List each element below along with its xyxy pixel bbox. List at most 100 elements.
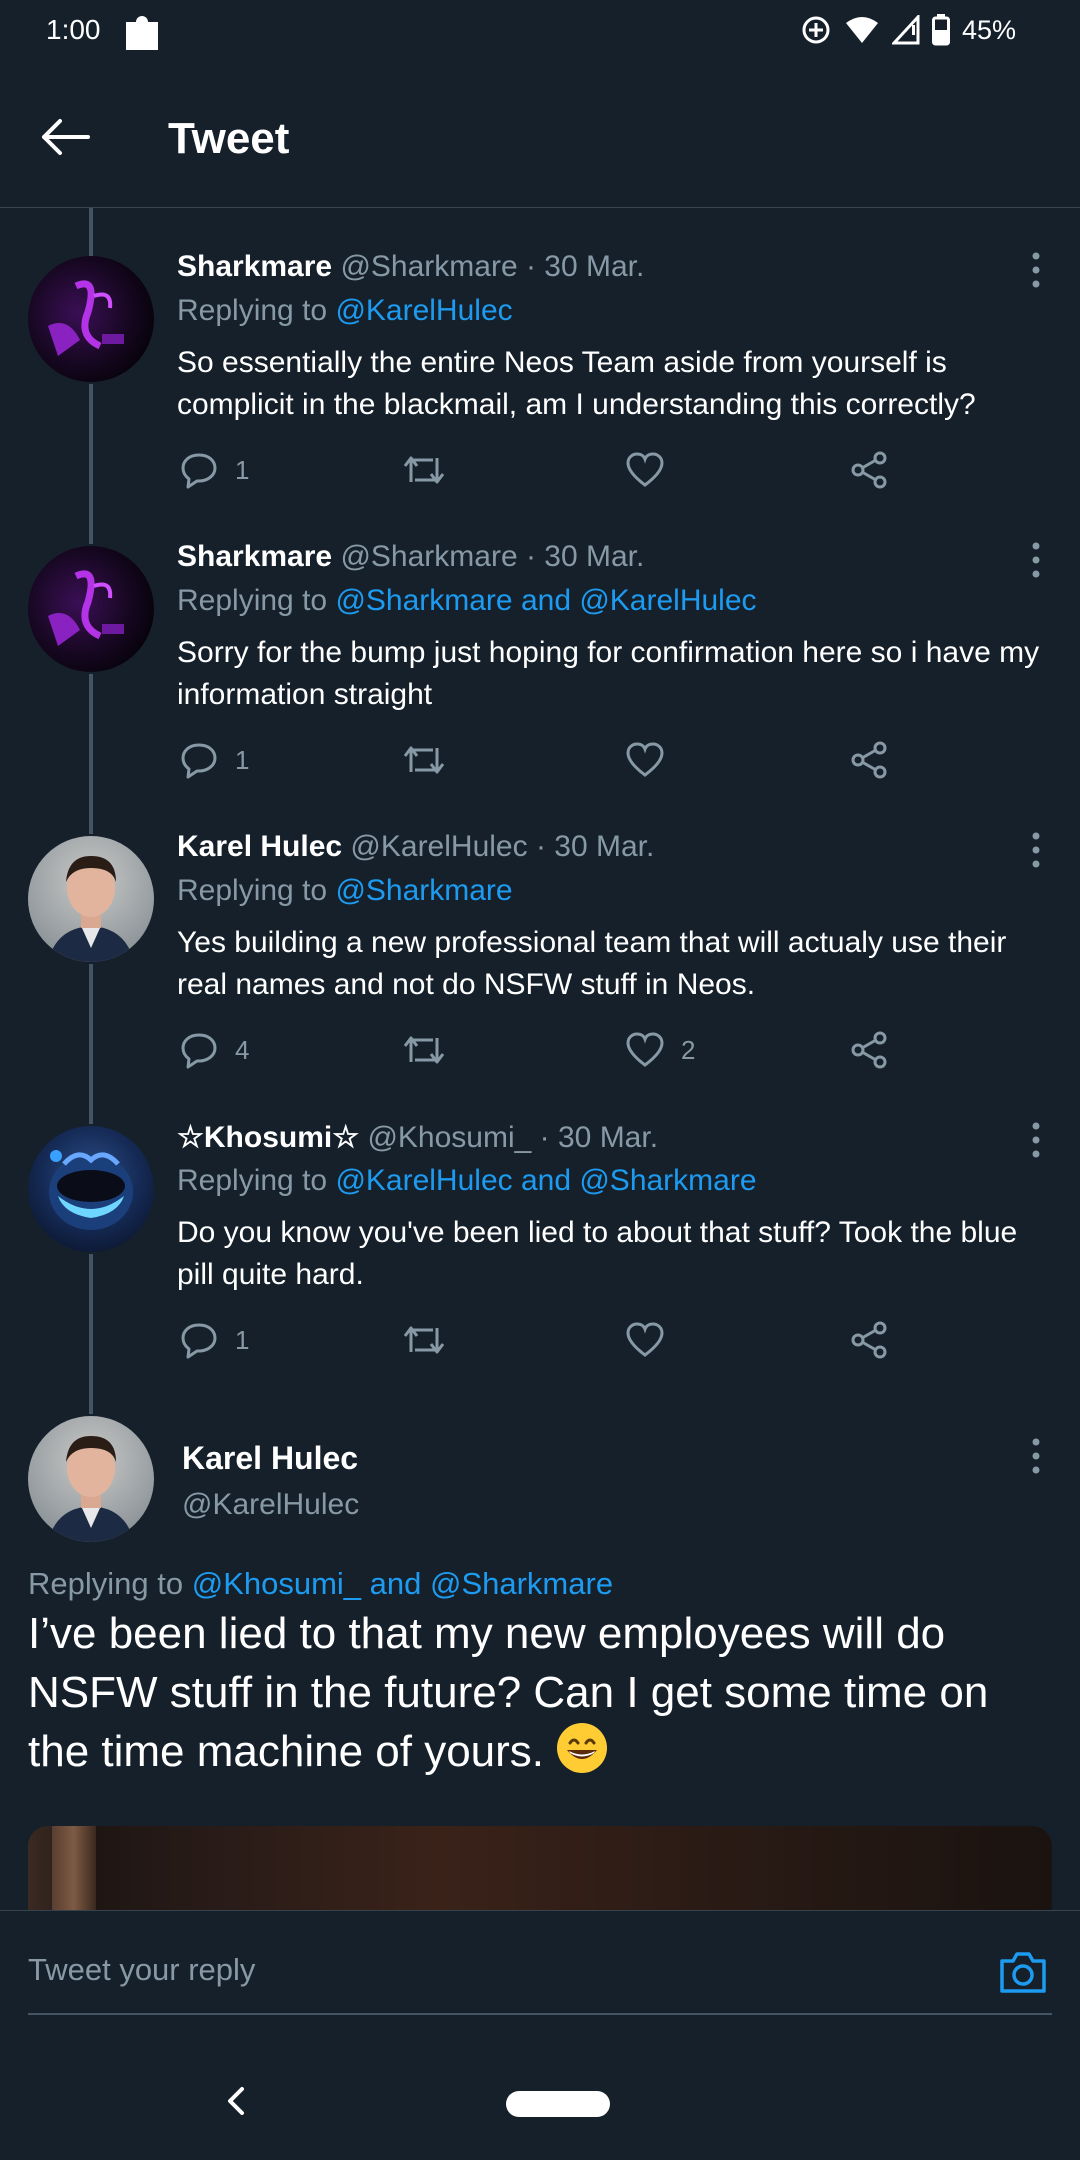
avatar[interactable]: [28, 836, 154, 962]
reply-button[interactable]: 1: [179, 738, 249, 782]
reply-input[interactable]: [28, 1945, 968, 1995]
retweet-button[interactable]: [401, 448, 447, 492]
share-icon: [851, 1321, 887, 1359]
tweet-text: Sorry for the bump just hoping for confi…: [177, 636, 1040, 711]
retweet-button[interactable]: [401, 1028, 447, 1072]
reply-count: 1: [235, 454, 250, 485]
share-icon: [851, 1031, 887, 1069]
reply-button[interactable]: 1: [179, 448, 249, 492]
retweet-icon: [403, 1326, 445, 1354]
main-avatar[interactable]: [28, 1416, 154, 1542]
avatar[interactable]: [28, 256, 154, 382]
heart-icon: [626, 742, 664, 777]
share-button[interactable]: [849, 1318, 889, 1362]
author-name[interactable]: Sharkmare: [177, 540, 332, 573]
replying-to: Replying to @KarelHulec: [177, 294, 513, 327]
reply-count: 4: [235, 1034, 250, 1065]
thread-tweet[interactable]: Sharkmare @Sharkmare · 30 Mar. Replying …: [0, 250, 1080, 510]
nav-home-pill[interactable]: [506, 2091, 610, 2117]
sharkmare-avatar-icon: [48, 280, 124, 356]
page-title: Tweet: [168, 114, 290, 163]
more-options-icon[interactable]: [1030, 1438, 1042, 1474]
thread-tweet[interactable]: Karel Hulec @KarelHulec · 30 Mar. Replyi…: [0, 830, 1080, 1090]
author-meta: @KarelHulec · 30 Mar.: [350, 830, 655, 863]
avatar[interactable]: [28, 546, 154, 672]
author-name[interactable]: ☆Khosumi☆: [177, 1121, 359, 1154]
reply-bar: [0, 1910, 1080, 2160]
heart-icon: [626, 1032, 664, 1067]
reply-icon: [181, 1323, 217, 1359]
cell-signal-icon: [891, 15, 920, 45]
battery-percent: 45%: [961, 14, 1016, 45]
thread-line: [89, 208, 93, 256]
author-meta: @Sharkmare · 30 Mar.: [340, 250, 645, 283]
reply-count: 1: [235, 744, 250, 775]
share-button[interactable]: [849, 1028, 889, 1072]
tweet-text: Yes building a new professional team tha…: [177, 926, 1007, 1001]
like-button[interactable]: [625, 448, 665, 492]
share-button[interactable]: [849, 738, 889, 782]
more-options-icon[interactable]: [1030, 252, 1042, 288]
like-count: 2: [681, 1034, 696, 1065]
reply-underline: [28, 2013, 1052, 2015]
nav-back-icon[interactable]: [222, 2083, 250, 2119]
more-options-icon[interactable]: [1030, 1122, 1042, 1158]
app-bar: Tweet: [0, 64, 1080, 208]
author-meta: @Sharkmare · 30 Mar.: [340, 540, 645, 573]
like-button[interactable]: [625, 738, 665, 782]
thread-tweet[interactable]: Sharkmare @Sharkmare · 30 Mar. Replying …: [0, 540, 1080, 800]
like-button[interactable]: 2: [625, 1028, 695, 1072]
tweet-actions: 1: [177, 738, 897, 782]
tweet-text: Do you know you've been lied to about th…: [177, 1216, 1018, 1291]
share-icon: [851, 741, 887, 779]
author-name[interactable]: Karel Hulec: [177, 830, 342, 863]
author-meta: @Khosumi_ · 30 Mar.: [367, 1121, 659, 1154]
mention-link[interactable]: @KarelHulec: [335, 294, 512, 327]
like-button[interactable]: [625, 1318, 665, 1362]
main-author-name[interactable]: Karel Hulec: [182, 1440, 358, 1477]
heart-icon: [626, 452, 664, 487]
replying-to: Replying to @Sharkmare and @KarelHulec: [177, 584, 757, 617]
data-saver-icon: [802, 16, 830, 44]
camera-icon[interactable]: [998, 1949, 1048, 1995]
tweet-text: So essentially the entire Neos Team asid…: [177, 346, 976, 421]
mention-link[interactable]: @Sharkmare: [335, 874, 512, 907]
replying-to: Replying to @KarelHulec and @Sharkmare: [177, 1164, 757, 1197]
heart-icon: [626, 1322, 664, 1357]
battery-icon: [931, 14, 950, 46]
media-detail: [52, 1826, 96, 1910]
thread-tweet[interactable]: ☆Khosumi☆ @Khosumi_ · 30 Mar. Replying t…: [0, 1120, 1080, 1380]
status-time: 1:00: [46, 14, 101, 45]
retweet-icon: [403, 746, 445, 774]
back-arrow-icon[interactable]: [36, 116, 96, 158]
reply-button[interactable]: 1: [179, 1318, 249, 1362]
reply-button[interactable]: 4: [179, 1028, 249, 1072]
main-replying-to: Replying to @Khosumi_ and @Sharkmare: [28, 1566, 614, 1601]
main-author-handle[interactable]: @KarelHulec: [182, 1488, 359, 1522]
share-button[interactable]: [849, 448, 889, 492]
retweet-button[interactable]: [401, 1318, 447, 1362]
mention-link[interactable]: @KarelHulec and @Sharkmare: [335, 1164, 756, 1197]
tweet-actions: 4 2: [177, 1028, 897, 1072]
more-options-icon[interactable]: [1030, 542, 1042, 578]
author-name[interactable]: Sharkmare: [177, 250, 332, 283]
reply-icon: [181, 743, 217, 779]
reply-count: 1: [235, 1324, 250, 1355]
more-options-icon[interactable]: [1030, 832, 1042, 868]
mention-link[interactable]: @Khosumi_ and @Sharkmare: [192, 1566, 613, 1601]
mention-link[interactable]: @Sharkmare and @KarelHulec: [335, 584, 756, 617]
karel-avatar-icon: [48, 1436, 134, 1542]
puzzle-notification-icon: [126, 16, 158, 50]
wifi-icon: [845, 17, 878, 43]
media-preview[interactable]: [28, 1826, 1052, 1910]
main-tweet-text: I’ve been lied to that my new employees …: [28, 1609, 989, 1776]
tweet-actions: 1: [177, 1318, 897, 1362]
reply-icon: [181, 1033, 217, 1069]
retweet-icon: [403, 456, 445, 484]
sharkmare-avatar-icon: [48, 570, 124, 646]
karel-avatar-icon: [48, 856, 134, 962]
tweet-actions: 1: [177, 448, 897, 492]
reply-icon: [181, 453, 217, 489]
avatar[interactable]: [28, 1126, 154, 1252]
retweet-button[interactable]: [401, 738, 447, 782]
